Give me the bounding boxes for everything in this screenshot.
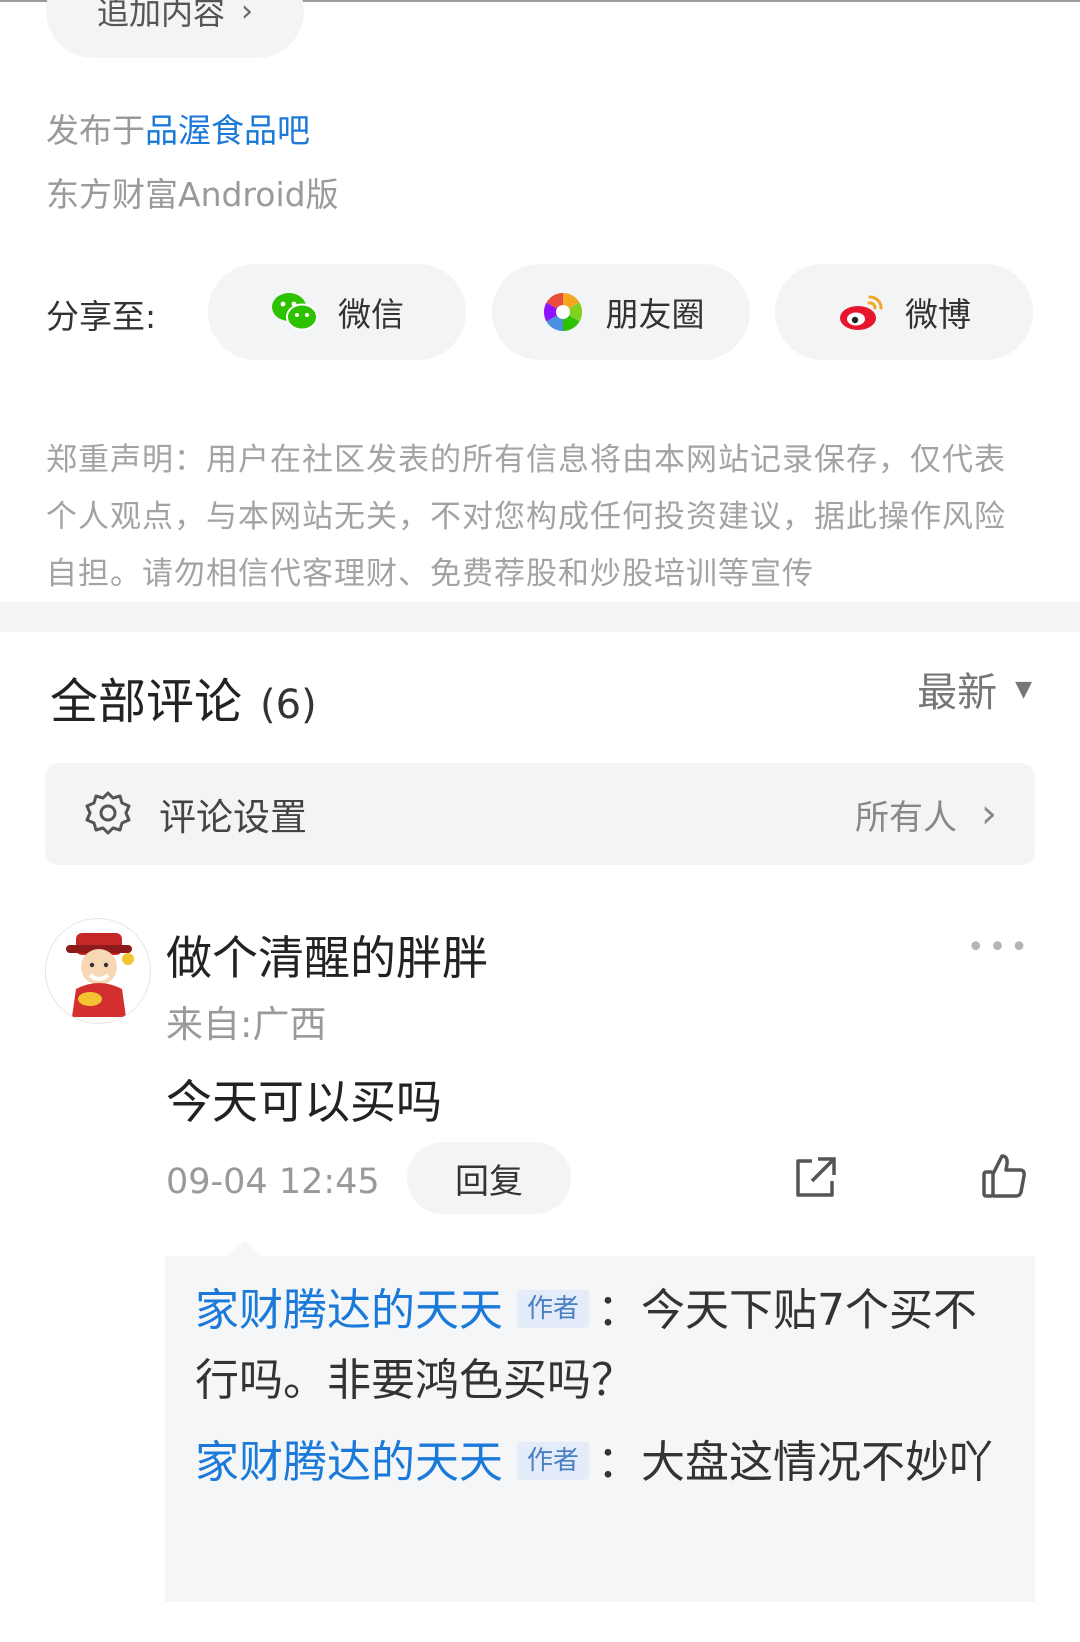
disclaimer-text: 郑重声明：用户在社区发表的所有信息将由本网站记录保存，仅代表个人观点，与本网站无… bbox=[46, 442, 1006, 592]
chevron-right-icon: › bbox=[241, 0, 253, 29]
author-badge: 作者 bbox=[517, 1290, 590, 1328]
share-wechat-label: 微信 bbox=[338, 295, 404, 334]
chevron-right-icon: › bbox=[981, 791, 997, 837]
sort-dropdown[interactable]: 最新 ▼ bbox=[917, 660, 1032, 718]
fortune-god-avatar-icon bbox=[66, 933, 134, 1017]
replies-box: 家财腾达的天天 作者 ：今天下贴7个买不行吗。非要鸿色买吗？ 家财腾达的天天 作者 ：大… bbox=[165, 1240, 1035, 1602]
published-prefix: 发布于 bbox=[46, 111, 145, 150]
bar-link[interactable]: 品渥食品吧 bbox=[145, 111, 310, 150]
share-weibo-label: 微博 bbox=[905, 295, 971, 334]
share-moments-label: 朋友圈 bbox=[605, 295, 705, 334]
add-content-button[interactable]: 追加内容 › bbox=[46, 0, 304, 58]
wechat-icon bbox=[272, 293, 318, 331]
more-options-icon[interactable]: ••• bbox=[967, 930, 1032, 965]
replies-caret bbox=[229, 1240, 261, 1256]
reply-author[interactable]: 家财腾达的天天 bbox=[195, 1285, 503, 1336]
share-external-icon[interactable] bbox=[792, 1155, 838, 1201]
comment-text: 今天可以买吗 bbox=[166, 1075, 442, 1129]
comment-settings-row[interactable]: 评论设置 所有人 › bbox=[45, 763, 1035, 865]
comment-username[interactable]: 做个清醒的胖胖 bbox=[166, 922, 488, 988]
comments-title-label: 全部评论 bbox=[50, 674, 243, 730]
share-weibo-button[interactable]: 微博 bbox=[775, 264, 1033, 360]
sort-label: 最新 bbox=[917, 670, 998, 716]
reply-button-label: 回复 bbox=[455, 1161, 523, 1202]
avatar[interactable] bbox=[45, 918, 151, 1024]
comments-count: (6) bbox=[260, 682, 317, 728]
add-content-label: 追加内容 bbox=[96, 0, 225, 32]
comments-title: 全部评论 (6) bbox=[50, 662, 317, 732]
thumbs-up-icon[interactable] bbox=[980, 1152, 1028, 1200]
caret-down-icon: ▼ bbox=[1015, 676, 1032, 702]
section-divider bbox=[0, 602, 1080, 632]
reply-button[interactable]: 回复 bbox=[407, 1142, 571, 1214]
share-label: 分享至: bbox=[46, 297, 157, 336]
reply-text: ：大盘这情况不妙吖 bbox=[597, 1437, 994, 1488]
share-moments-button[interactable]: 朋友圈 bbox=[492, 264, 750, 360]
reply-item[interactable]: 家财腾达的天天 作者 ：大盘这情况不妙吖 bbox=[195, 1428, 1005, 1498]
comment-settings-label: 评论设置 bbox=[159, 796, 307, 839]
published-in: 发布于品渥食品吧 bbox=[46, 104, 310, 152]
reply-author[interactable]: 家财腾达的天天 bbox=[195, 1437, 503, 1488]
gear-icon bbox=[85, 791, 131, 835]
comment-settings-value: 所有人 bbox=[855, 797, 957, 838]
moments-icon bbox=[543, 292, 582, 332]
share-wechat-button[interactable]: 微信 bbox=[208, 264, 466, 360]
reply-item[interactable]: 家财腾达的天天 作者 ：今天下贴7个买不行吗。非要鸿色买吗？ bbox=[195, 1276, 1005, 1416]
comment-timestamp: 09-04 12:45 bbox=[166, 1162, 380, 1202]
author-badge: 作者 bbox=[517, 1442, 590, 1480]
weibo-icon bbox=[840, 295, 883, 330]
platform-label: 东方财富Android版 bbox=[46, 175, 339, 214]
comment-location: 来自:广西 bbox=[166, 1003, 327, 1046]
